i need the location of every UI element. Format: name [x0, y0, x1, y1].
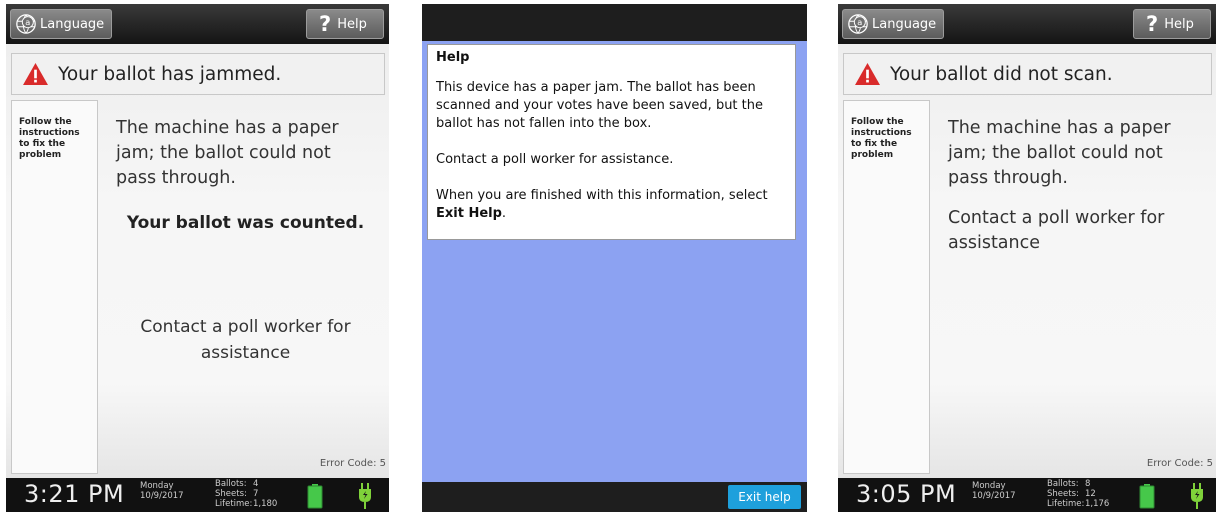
day-label: Monday: [972, 481, 1006, 491]
plug-icon: [1191, 483, 1203, 509]
top-bar: [422, 4, 807, 41]
alert-text: Your ballot has jammed.: [58, 63, 282, 85]
help-label: Help: [337, 16, 367, 32]
instructions-text: Follow the instructions to fix the probl…: [851, 117, 912, 160]
language-icon: a: [848, 14, 868, 34]
alert-banner: Your ballot has jammed.: [11, 53, 385, 95]
ballot-jammed-screen: a Language ? Help Your ballot has jammed…: [6, 4, 389, 512]
battery-icon: [307, 484, 323, 509]
exit-help-button[interactable]: Exit help: [728, 485, 801, 509]
sheets-count: 12: [1085, 489, 1096, 499]
ballot-not-scanned-screen: a Language ? Help Your ballot did not sc…: [838, 4, 1216, 512]
date-display: Monday 10/9/2017: [140, 481, 184, 501]
lifetime-count: 1,180: [253, 499, 278, 509]
ballots-label: Ballots:: [215, 479, 247, 489]
help-label: Help: [1164, 16, 1194, 32]
help-dialog: Help This device has a paper jam. The ba…: [427, 44, 796, 240]
bottom-bar: Exit help: [422, 482, 807, 512]
instructions-card: Follow the instructions to fix the probl…: [11, 100, 98, 474]
sheets-label: Sheets:: [215, 489, 247, 499]
help-exit-bold: Exit Help: [436, 206, 502, 221]
warning-icon: [855, 62, 880, 86]
svg-text:a: a: [25, 17, 30, 27]
help-screen: Help This device has a paper jam. The ba…: [422, 4, 807, 512]
clock-time: 3:21 PM: [24, 480, 125, 508]
warning-icon: [23, 62, 48, 86]
error-code: Error Code: 5: [1146, 458, 1213, 469]
sheets-count: 7: [253, 489, 259, 499]
help-exit-prefix: When you are finished with this informat…: [436, 188, 768, 203]
alert-text: Your ballot did not scan.: [890, 63, 1113, 85]
lifetime-label: Lifetime:: [215, 499, 253, 509]
language-label: Language: [40, 16, 105, 32]
ballot-counted-text: Your ballot was counted.: [126, 213, 365, 233]
contact-poll-worker-text: Contact a poll worker for assistance: [140, 317, 351, 363]
lifetime-count: 1,176: [1085, 499, 1110, 509]
ballots-label: Ballots:: [1047, 479, 1079, 489]
jam-message: The machine has a paper jam; the ballot …: [948, 118, 1171, 188]
instructions-card: Follow the instructions to fix the probl…: [843, 100, 930, 474]
ballots-count: 4: [253, 479, 259, 489]
date-label: 10/9/2017: [972, 491, 1016, 501]
date-display: Monday 10/9/2017: [972, 481, 1016, 501]
help-button[interactable]: ? Help: [1133, 9, 1211, 39]
day-label: Monday: [140, 481, 174, 491]
question-icon: ?: [1146, 11, 1159, 36]
svg-text:a: a: [857, 17, 862, 27]
top-bar: a Language ? Help: [6, 4, 389, 44]
question-icon: ?: [319, 11, 332, 36]
help-exit-suffix: .: [501, 206, 507, 221]
help-title: Help: [436, 50, 470, 65]
status-bar: 3:05 PM Monday 10/9/2017 Ballots: 8 Sheet…: [838, 478, 1216, 512]
date-label: 10/9/2017: [140, 491, 184, 501]
plug-icon: [359, 483, 371, 509]
help-paragraph-jam: This device has a paper jam. The ballot …: [436, 80, 763, 131]
lifetime-label: Lifetime:: [1047, 499, 1085, 509]
help-paragraph-exit: When you are finished with this informat…: [436, 187, 787, 223]
contact-poll-worker-text: Contact a poll worker for assistance: [948, 208, 1165, 253]
language-button[interactable]: a Language: [10, 9, 112, 39]
language-button[interactable]: a Language: [842, 9, 944, 39]
help-button[interactable]: ? Help: [306, 9, 384, 39]
clock-time: 3:05 PM: [856, 480, 957, 508]
language-icon: a: [16, 14, 36, 34]
error-code: Error Code: 5: [319, 458, 386, 469]
top-bar: a Language ? Help: [838, 4, 1216, 44]
instructions-text: Follow the instructions to fix the probl…: [19, 117, 80, 160]
status-bar: 3:21 PM Monday 10/9/2017 Ballots: 4 Sheet…: [6, 478, 389, 512]
sheets-label: Sheets:: [1047, 489, 1079, 499]
alert-banner: Your ballot did not scan.: [843, 53, 1212, 95]
ballot-counts: Ballots: 4 Sheets: 7 Lifetime:1,180: [215, 479, 277, 509]
ballots-count: 8: [1085, 479, 1091, 489]
battery-icon: [1139, 484, 1155, 509]
language-label: Language: [872, 16, 937, 32]
help-paragraph-contact: Contact a poll worker for assistance.: [436, 152, 674, 167]
jam-message: The machine has a paper jam; the ballot …: [116, 118, 339, 188]
ballot-counts: Ballots: 8 Sheets: 12 Lifetime:1,176: [1047, 479, 1109, 509]
